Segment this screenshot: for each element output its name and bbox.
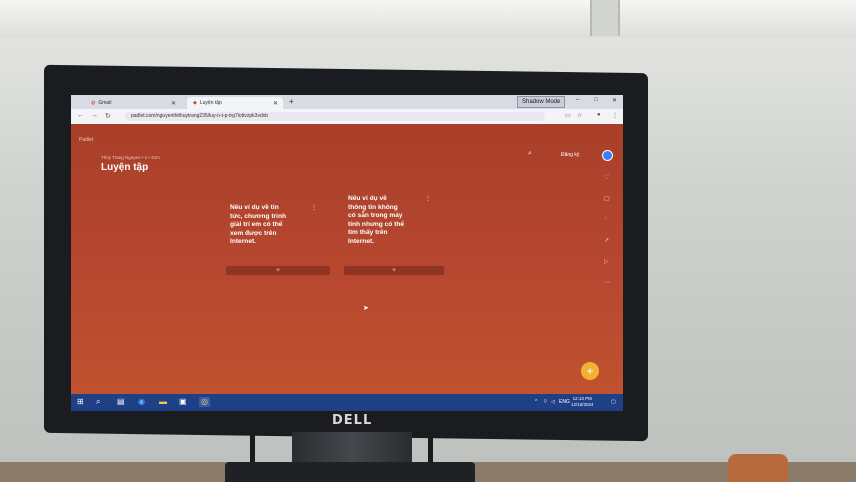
padlet-logo[interactable]: Padlet bbox=[79, 137, 93, 143]
back-arrow-icon[interactable]: ← bbox=[77, 112, 84, 119]
volume-icon[interactable]: ◁ bbox=[551, 399, 555, 405]
slideshow-icon[interactable]: ▷ bbox=[604, 258, 609, 265]
post-1-add-button[interactable]: + bbox=[226, 266, 330, 275]
tab-luyen-tap[interactable]: ◆ Luyện tập ✕ bbox=[187, 97, 283, 109]
address-bar: ← → ↻ padlet.com/nguyenthithuytrang235/l… bbox=[71, 109, 623, 124]
more-icon[interactable]: ⋯ bbox=[604, 279, 610, 286]
comment-icon[interactable]: ▢ bbox=[604, 195, 610, 202]
chrome-icon[interactable]: ◎ bbox=[199, 397, 210, 407]
window-frame bbox=[590, 0, 620, 36]
language-indicator[interactable]: ENG bbox=[559, 399, 570, 405]
post-2-add-button[interactable]: + bbox=[344, 266, 444, 275]
clock-date: 12/18/2024 bbox=[571, 402, 594, 407]
browser-tab-bar: ◍ Gmail ✕ ◆ Luyện tập ✕ + Shadow Mode – … bbox=[71, 95, 623, 109]
post-2-menu-icon[interactable]: ⋮ bbox=[425, 195, 431, 202]
store-icon[interactable]: ▣ bbox=[179, 397, 187, 407]
file-explorer-icon[interactable]: ▬ bbox=[159, 397, 167, 407]
cable bbox=[250, 432, 255, 466]
signup-button[interactable]: Đăng ký bbox=[561, 152, 579, 158]
close-window-button[interactable]: ✕ bbox=[612, 97, 617, 104]
post-1-menu-icon[interactable]: ⋮ bbox=[311, 204, 317, 211]
tray-chevron-icon[interactable]: ^ bbox=[535, 399, 537, 405]
network-icon[interactable]: ⌔ bbox=[543, 399, 548, 405]
post-1-text[interactable]: Nêu ví dụ về tin tức, chương trình giải … bbox=[230, 204, 286, 247]
cast-icon[interactable]: ▭ bbox=[565, 112, 571, 119]
bookmark-star-icon[interactable]: ☆ bbox=[577, 112, 582, 119]
tab-label: Luyện tập bbox=[199, 100, 222, 106]
browser-menu-icon[interactable]: ⋮ bbox=[612, 112, 618, 119]
window-background bbox=[0, 0, 856, 38]
tab-label: Gmail bbox=[98, 100, 112, 106]
padlet-board: Padlet Thủy Trang Nguyen • 1 • 41m Luyện… bbox=[71, 124, 623, 394]
chair bbox=[728, 454, 788, 482]
notification-icon[interactable]: ▢ bbox=[611, 399, 616, 405]
screen: ◍ Gmail ✕ ◆ Luyện tập ✕ + Shadow Mode – … bbox=[71, 95, 623, 411]
padlet-favicon-icon: ◆ bbox=[193, 100, 197, 106]
search-icon[interactable]: ⌕ bbox=[96, 397, 100, 407]
gmail-icon: ◍ bbox=[91, 100, 96, 106]
taskbar-clock[interactable]: 12:13 PM 12/18/2024 bbox=[571, 396, 594, 408]
close-tab-icon[interactable]: ✕ bbox=[171, 100, 176, 107]
maximize-button[interactable]: □ bbox=[594, 97, 598, 103]
author-line: Thủy Trang Nguyen • 1 • 41m bbox=[101, 155, 160, 160]
profile-icon[interactable]: ● bbox=[597, 112, 601, 118]
search-icon[interactable]: ⌕ bbox=[528, 150, 532, 158]
cable bbox=[428, 432, 433, 466]
post-2-text[interactable]: Nêu ví dụ về thông tin không có sẵn tron… bbox=[348, 195, 404, 246]
share-icon[interactable]: ↗ bbox=[604, 237, 609, 244]
add-post-button[interactable]: + bbox=[581, 362, 599, 380]
heart-icon[interactable]: ♡ bbox=[604, 174, 609, 181]
mouse-cursor-icon: ➤ bbox=[363, 305, 369, 312]
reload-icon[interactable]: ↻ bbox=[105, 112, 111, 120]
page-title: Luyện tập bbox=[101, 162, 149, 173]
monitor-logo: DELL bbox=[332, 413, 373, 428]
new-tab-button[interactable]: + bbox=[289, 97, 294, 106]
task-view-icon[interactable]: ▤ bbox=[117, 397, 125, 407]
minimize-button[interactable]: – bbox=[576, 97, 579, 103]
tab-gmail[interactable]: ◍ Gmail ✕ bbox=[85, 97, 181, 109]
monitor-stand-base bbox=[225, 462, 475, 482]
shadow-mode-badge[interactable]: Shadow Mode bbox=[517, 96, 566, 108]
taskbar: ⊞ ⌕ ▤ ◉ ▬ ▣ ◎ ^ ⌔ ◁ ENG 12:13 PM 12/18/2… bbox=[71, 394, 623, 411]
url-field[interactable]: padlet.com/nguyenthithuytrang235/luy-n-t… bbox=[125, 112, 545, 121]
close-tab-icon[interactable]: ✕ bbox=[273, 100, 278, 107]
forward-arrow-icon[interactable]: → bbox=[91, 112, 98, 119]
bell-icon[interactable]: ◌ bbox=[604, 216, 608, 222]
edge-browser-icon[interactable]: ◉ bbox=[138, 397, 145, 407]
windows-start-icon[interactable]: ⊞ bbox=[77, 397, 84, 407]
avatar[interactable] bbox=[602, 150, 613, 161]
